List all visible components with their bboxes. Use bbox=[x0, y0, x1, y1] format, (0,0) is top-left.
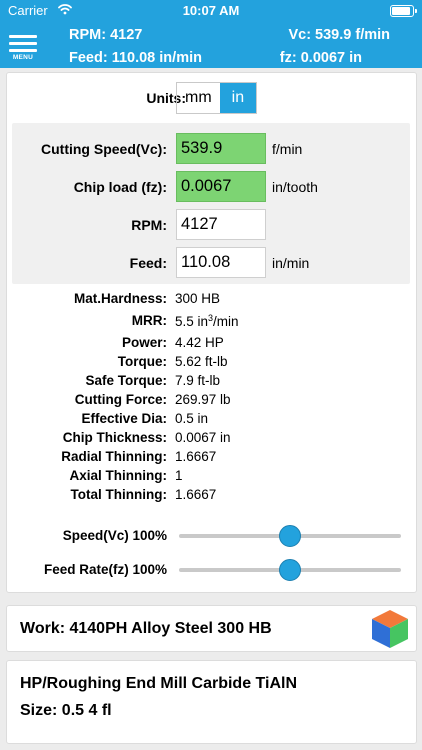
feed-input[interactable] bbox=[176, 247, 266, 278]
stat-mat-hardness: Mat.Hardness: 300 HB bbox=[7, 291, 416, 310]
chip-load-unit: in/tooth bbox=[272, 179, 318, 195]
stat-value: 0.5 in bbox=[175, 411, 209, 426]
stat-label: Radial Thinning: bbox=[61, 449, 167, 464]
speed-slider[interactable] bbox=[179, 525, 401, 547]
units-row: Units: mm in bbox=[7, 81, 416, 114]
feed-label: Feed: bbox=[129, 255, 167, 271]
stat-axial-thinning: Axial Thinning: 1 bbox=[7, 468, 416, 487]
stat-label: MRR: bbox=[131, 313, 167, 328]
material-cube-icon bbox=[372, 610, 408, 648]
stat-value: 1 bbox=[175, 468, 183, 483]
stat-radial-thinning: Radial Thinning: 1.6667 bbox=[7, 449, 416, 468]
inputs-panel: Cutting Speed(Vc): f/min Chip load (fz):… bbox=[12, 123, 410, 284]
header-vc: Vc: 539.9 f/min bbox=[288, 27, 390, 43]
stat-value: 7.9 ft-lb bbox=[175, 373, 221, 388]
stat-mrr: MRR: 5.5 in3/min bbox=[7, 313, 416, 332]
cutting-speed-row: Cutting Speed(Vc): f/min bbox=[12, 133, 410, 165]
stat-label: Total Thinning: bbox=[70, 487, 167, 502]
battery-icon bbox=[390, 5, 417, 17]
cutting-speed-label: Cutting Speed(Vc): bbox=[41, 141, 167, 157]
rpm-row: RPM: bbox=[12, 209, 410, 241]
tool-type-label: HP/Roughing End Mill Carbide TiAlN bbox=[20, 675, 298, 692]
speed-slider-thumb[interactable] bbox=[279, 525, 301, 547]
feed-rate-slider-label: Feed Rate(fz) 100% bbox=[43, 562, 167, 577]
status-bar: Carrier 10:07 AM bbox=[0, 0, 422, 21]
units-option-mm[interactable]: mm bbox=[177, 83, 220, 113]
rpm-input[interactable] bbox=[176, 209, 266, 240]
stat-label: Axial Thinning: bbox=[69, 468, 168, 483]
cutting-speed-input[interactable] bbox=[176, 133, 266, 164]
tool-size-label: Size: 0.5 4 fl bbox=[20, 702, 112, 719]
stat-effective-dia: Effective Dia: 0.5 in bbox=[7, 411, 416, 430]
stat-label: Mat.Hardness: bbox=[73, 291, 167, 306]
stat-value: 5.62 ft-lb bbox=[175, 354, 228, 369]
chip-load-input[interactable] bbox=[176, 171, 266, 202]
stat-label: Effective Dia: bbox=[81, 411, 167, 426]
status-time: 10:07 AM bbox=[182, 3, 240, 18]
stat-cutting-force: Cutting Force: 269.97 lb bbox=[7, 392, 416, 411]
hamburger-icon-bar bbox=[9, 42, 37, 45]
results-header: MENU RPM: 4127 Feed: 110.08 in/min Vc: 5… bbox=[0, 21, 422, 68]
stat-chip-thickness: Chip Thickness: 0.0067 in bbox=[7, 430, 416, 449]
menu-button[interactable]: MENU bbox=[8, 33, 38, 63]
feed-rate-slider-row: Feed Rate(fz) 100% bbox=[7, 557, 416, 583]
units-option-in[interactable]: in bbox=[219, 83, 257, 113]
feed-rate-slider-thumb[interactable] bbox=[279, 559, 301, 581]
stat-value: 1.6667 bbox=[175, 487, 217, 502]
speed-slider-label: Speed(Vc) 100% bbox=[62, 528, 167, 543]
stat-value: 269.97 lb bbox=[175, 392, 231, 407]
stat-power: Power: 4.42 HP bbox=[7, 335, 416, 354]
stat-torque: Torque: 5.62 ft-lb bbox=[7, 354, 416, 373]
stat-label: Cutting Force: bbox=[74, 392, 167, 407]
menu-label: MENU bbox=[12, 54, 34, 61]
stat-safe-torque: Safe Torque: 7.9 ft-lb bbox=[7, 373, 416, 392]
stat-label: Chip Thickness: bbox=[62, 430, 167, 445]
feed-unit: in/min bbox=[272, 255, 310, 271]
header-feed: Feed: 110.08 in/min bbox=[69, 50, 202, 66]
mrr-suffix: /min bbox=[213, 314, 239, 329]
hamburger-icon-bar bbox=[9, 49, 37, 52]
mrr-value: 5.5 in bbox=[175, 314, 209, 329]
stat-label: Power: bbox=[121, 335, 167, 350]
header-rpm: RPM: 4127 bbox=[69, 27, 143, 43]
stat-label: Torque: bbox=[117, 354, 167, 369]
stat-value: 4.42 HP bbox=[175, 335, 224, 350]
calculator-panel: Units: mm in Cutting Speed(Vc): f/min Ch… bbox=[6, 72, 417, 593]
rpm-label: RPM: bbox=[131, 217, 167, 233]
chip-load-label: Chip load (fz): bbox=[73, 179, 167, 195]
cutting-speed-unit: f/min bbox=[272, 141, 303, 157]
stat-value: 0.0067 in bbox=[175, 430, 231, 445]
stat-label: Safe Torque: bbox=[85, 373, 167, 388]
feed-row: Feed: in/min bbox=[12, 247, 410, 279]
tool-card[interactable]: HP/Roughing End Mill Carbide TiAlN Size:… bbox=[6, 660, 417, 744]
work-material-card[interactable]: Work: 4140PH Alloy Steel 300 HB bbox=[6, 605, 417, 652]
speed-slider-row: Speed(Vc) 100% bbox=[7, 523, 416, 549]
work-material-label: Work: 4140PH Alloy Steel 300 HB bbox=[20, 620, 272, 637]
stat-value: 300 HB bbox=[175, 291, 221, 306]
hamburger-icon bbox=[9, 35, 37, 38]
chip-load-row: Chip load (fz): in/tooth bbox=[12, 171, 410, 203]
stat-total-thinning: Total Thinning: 1.6667 bbox=[7, 487, 416, 506]
header-fz: fz: 0.0067 in bbox=[279, 50, 362, 66]
stat-value: 1.6667 bbox=[175, 449, 217, 464]
feed-rate-slider[interactable] bbox=[179, 559, 401, 581]
stat-value: 5.5 in3/min bbox=[175, 313, 239, 329]
units-toggle[interactable]: mm in bbox=[176, 82, 258, 114]
